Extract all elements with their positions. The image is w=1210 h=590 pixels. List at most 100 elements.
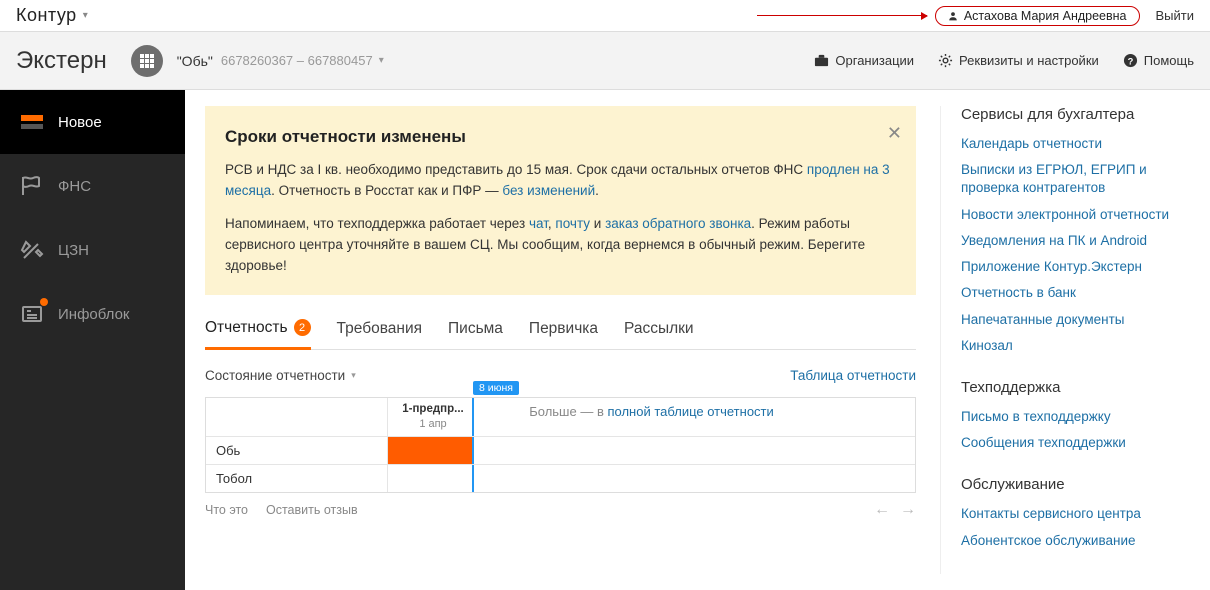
filter-row: Состояние отчетности ▾ Таблица отчетност…: [205, 368, 916, 383]
tab-label: Рассылки: [624, 320, 694, 338]
timeline-more: Больше — в полной таблице отчетности: [529, 404, 774, 419]
sidebar: Новое ФНС ЦЗН Инфоблок: [0, 90, 185, 590]
feedback-link[interactable]: Оставить отзыв: [266, 503, 358, 517]
grid-menu-button[interactable]: [131, 45, 163, 77]
pager: ← →: [874, 501, 916, 519]
right-link[interactable]: Кинозал: [961, 337, 1190, 355]
briefcase-icon: [814, 53, 829, 68]
notice-p2: Напоминаем, что техподдержка работает че…: [225, 214, 896, 277]
right-link[interactable]: Выписки из ЕГРЮЛ, ЕГРИП и проверка контр…: [961, 161, 1190, 197]
notice-banner: ✕ Сроки отчетности изменены РСВ и НДС за…: [205, 106, 916, 295]
user-icon: [948, 11, 958, 21]
tab-reporting[interactable]: Отчетность 2: [205, 319, 311, 350]
tab-label: Первичка: [529, 320, 598, 338]
group-title: Сервисы для бухгалтера: [961, 106, 1190, 123]
sidebar-item-new[interactable]: Новое: [0, 90, 185, 154]
notice-link[interactable]: чат: [529, 216, 548, 231]
news-icon: [20, 302, 44, 326]
prev-arrow-icon[interactable]: ←: [874, 501, 890, 519]
headerbar: Экстерн "Обь" 6678260367 – 667880457 ▾ О…: [0, 32, 1210, 90]
right-link[interactable]: Уведомления на ПК и Android: [961, 232, 1190, 250]
filter-label: Состояние отчетности: [205, 368, 345, 383]
topbar: Контур ▾ Астахова Мария Андреевна Выйти: [0, 0, 1210, 32]
right-link[interactable]: Приложение Контур.Экстерн: [961, 258, 1190, 276]
help-icon: ?: [1123, 53, 1138, 68]
highlight-arrow: [757, 15, 927, 16]
product-name: Экстерн: [16, 47, 107, 75]
org-name[interactable]: "Обь": [177, 53, 213, 69]
right-link[interactable]: Контакты сервисного центра: [961, 505, 1190, 523]
sidebar-item-czn[interactable]: ЦЗН: [0, 218, 185, 282]
close-icon[interactable]: ✕: [887, 120, 902, 148]
tab-badge: 2: [294, 319, 311, 336]
brand-label[interactable]: Контур: [16, 5, 77, 26]
settings-link[interactable]: Реквизиты и настройки: [938, 53, 1099, 68]
next-arrow-icon[interactable]: →: [900, 501, 916, 519]
right-link[interactable]: Сообщения техподдержки: [961, 434, 1190, 452]
right-group-services: Сервисы для бухгалтера Календарь отчетно…: [961, 106, 1190, 355]
tab-requirements[interactable]: Требования: [337, 319, 422, 349]
right-panel: Сервисы для бухгалтера Календарь отчетно…: [940, 106, 1190, 574]
col-title: 1-предпр...: [388, 402, 478, 417]
status-bar: [388, 437, 472, 464]
row-label: [206, 398, 388, 436]
today-line: [472, 437, 474, 464]
main-column: ✕ Сроки отчетности изменены РСВ и НДС за…: [205, 106, 916, 574]
right-link[interactable]: Письмо в техподдержку: [961, 408, 1190, 426]
logout-link[interactable]: Выйти: [1156, 8, 1195, 23]
today-line: [472, 465, 474, 492]
sidebar-item-fns[interactable]: ФНС: [0, 154, 185, 218]
right-link[interactable]: Напечатанные документы: [961, 311, 1190, 329]
timeline-header-row: 1-предпр... 1 апр Больше — в полной табл…: [206, 398, 915, 436]
chevron-down-icon: ▾: [351, 370, 356, 381]
tab-primary[interactable]: Первичка: [529, 319, 598, 349]
tab-mailing[interactable]: Рассылки: [624, 319, 694, 349]
current-date-flag: 8 июня: [473, 381, 519, 395]
user-name: Астахова Мария Андреевна: [964, 9, 1127, 23]
notice-link[interactable]: без изменений: [502, 183, 595, 198]
group-title: Обслуживание: [961, 476, 1190, 493]
right-group-service: Обслуживание Контакты сервисного центра …: [961, 476, 1190, 549]
today-line: [472, 398, 474, 436]
right-link[interactable]: Отчетность в банк: [961, 284, 1190, 302]
tools-icon: [20, 238, 44, 262]
right-link[interactable]: Календарь отчетности: [961, 135, 1190, 153]
svg-text:?: ?: [1127, 56, 1133, 66]
full-table-link[interactable]: полной таблице отчетности: [607, 404, 773, 419]
status-filter[interactable]: Состояние отчетности ▾: [205, 368, 356, 383]
main-layout: Новое ФНС ЦЗН Инфоблок ✕ Сроки отчетност…: [0, 90, 1210, 590]
tab-label: Требования: [337, 320, 422, 338]
tab-letters[interactable]: Письма: [448, 319, 503, 349]
tabs: Отчетность 2 Требования Письма Первичка …: [205, 319, 916, 350]
notification-badge: [40, 298, 48, 306]
new-icon: [20, 110, 44, 134]
chevron-down-icon[interactable]: ▾: [379, 55, 384, 66]
timeline: 8 июня 1-предпр... 1 апр Больше — в полн…: [205, 397, 916, 519]
notice-link[interactable]: заказ обратного звонка: [605, 216, 751, 231]
chevron-down-icon: ▾: [83, 10, 88, 21]
group-title: Техподдержка: [961, 379, 1190, 396]
sidebar-item-label: ФНС: [58, 178, 91, 195]
right-link[interactable]: Абонентское обслуживание: [961, 532, 1190, 550]
organizations-label: Организации: [835, 53, 914, 68]
notice-title: Сроки отчетности изменены: [225, 124, 896, 150]
timeline-footer: Что это Оставить отзыв ← →: [205, 501, 916, 519]
sidebar-item-info[interactable]: Инфоблок: [0, 282, 185, 346]
gear-icon: [938, 53, 953, 68]
col-date: 1 апр: [388, 417, 478, 431]
table-row[interactable]: Тобол: [206, 464, 915, 492]
row-label: Обь: [206, 437, 388, 464]
right-link[interactable]: Новости электронной отчетности: [961, 206, 1190, 224]
tab-label: Отчетность: [205, 319, 288, 337]
user-chip[interactable]: Астахова Мария Андреевна: [935, 6, 1140, 26]
notice-link[interactable]: почту: [555, 216, 590, 231]
sidebar-item-label: Инфоблок: [58, 306, 130, 323]
help-link[interactable]: ? Помощь: [1123, 53, 1194, 68]
sidebar-item-label: Новое: [58, 114, 102, 131]
table-row[interactable]: Обь: [206, 436, 915, 464]
row-label: Тобол: [206, 465, 388, 492]
reporting-table-link[interactable]: Таблица отчетности: [790, 368, 916, 383]
notice-p1: РСВ и НДС за I кв. необходимо представит…: [225, 160, 896, 202]
what-is-this-link[interactable]: Что это: [205, 503, 248, 517]
organizations-link[interactable]: Организации: [814, 53, 914, 68]
